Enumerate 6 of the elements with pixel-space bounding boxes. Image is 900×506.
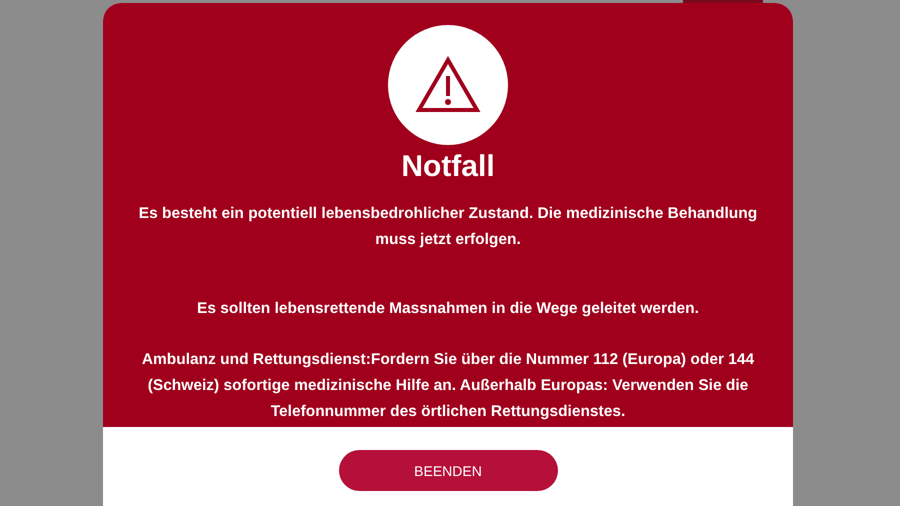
dialog-message: Ambulanz und Rettungsdienst:Fordern Sie über die Nummer 112 (Europa) oder 144 (Schweiz) sofortige medizinische Hilfe an. Außerhalb Europas: Verwenden Sie die Telefonnummer des örtlichen Rettungsdienstes. <box>140 350 756 422</box>
end-button[interactable]: BEENDEN <box>338 450 558 491</box>
warning-icon <box>415 56 481 114</box>
dialog-message: Es besteht ein potentiell lebensbedrohlicher Zustand. Die medizinische Behandlung muss jetzt erfolgen. <box>138 204 758 250</box>
dialog-title: Notfall <box>401 149 495 185</box>
dialog-message: Es sollten lebensrettende Massnahmen in die Wege geleitet werden. <box>197 299 699 319</box>
